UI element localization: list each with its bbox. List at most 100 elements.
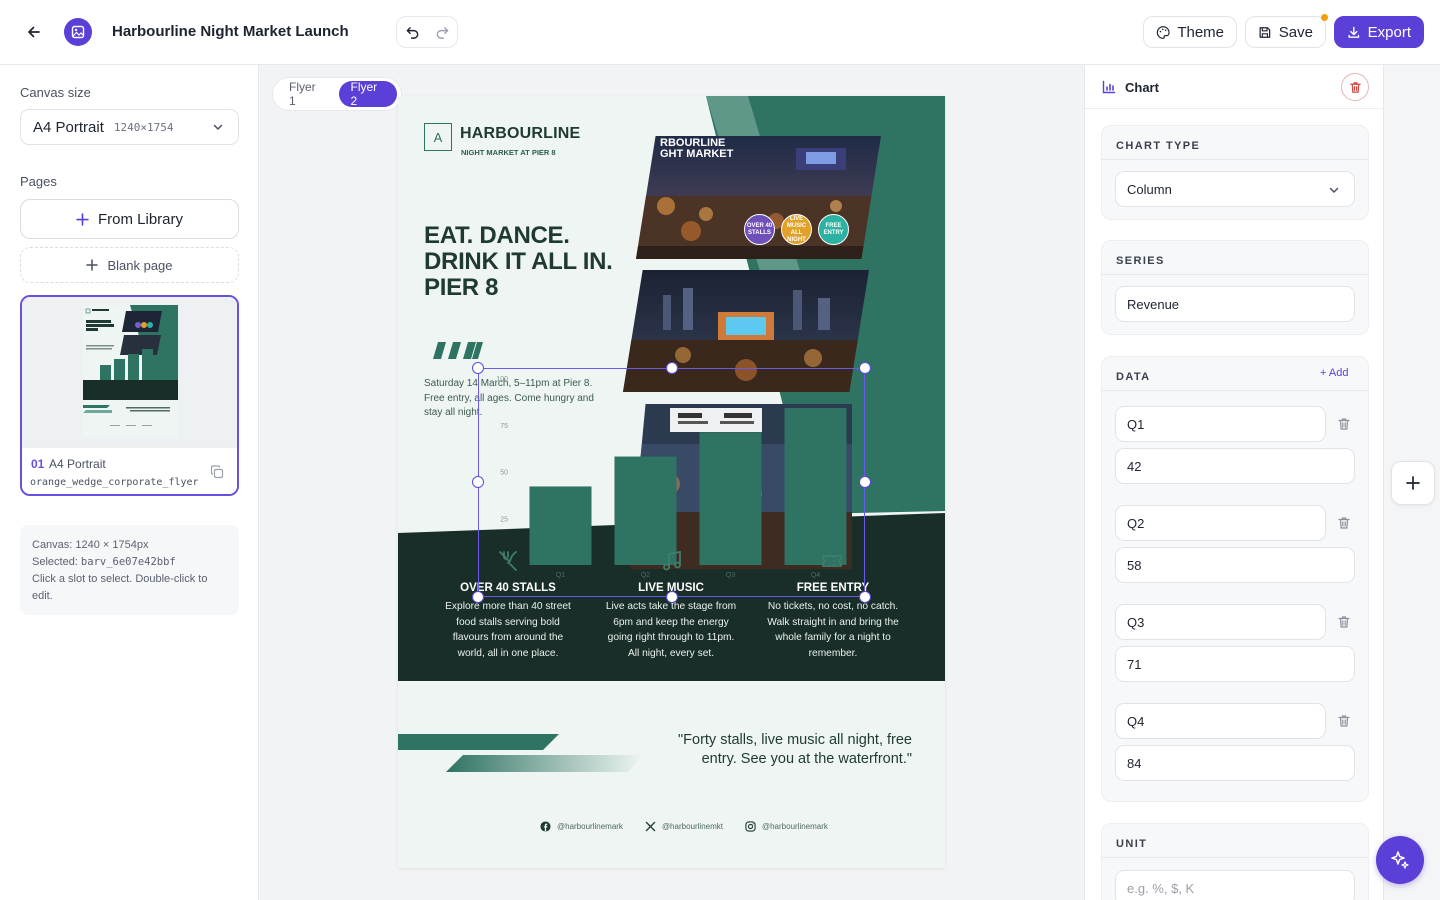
feature-text-stalls[interactable]: Explore more than 40 street food stalls … (438, 599, 578, 661)
social-instagram[interactable]: @harbourlinemark (745, 821, 828, 832)
x-tick-label-q1: Q1 (556, 572, 565, 579)
delete-element-button[interactable] (1341, 73, 1369, 101)
resize-handle-top[interactable] (666, 362, 678, 374)
save-label: Save (1278, 23, 1313, 41)
add-data-row-button[interactable]: + Add (1320, 367, 1348, 379)
social-x[interactable]: @harbourlinemkt (645, 821, 723, 832)
plus-icon (1406, 476, 1420, 490)
chart-type-value: Column (1127, 181, 1172, 197)
data-row-value-input[interactable]: 71 (1115, 646, 1355, 682)
feature-text-entry[interactable]: No tickets, no cost, no catch. Walk stra… (763, 599, 903, 661)
unit-label: UNIT (1116, 838, 1148, 850)
chevron-down-icon (1329, 187, 1339, 194)
sparkles-icon (1391, 851, 1409, 869)
utensils-icon (499, 551, 517, 571)
data-row-label-input[interactable]: Q3 (1115, 604, 1326, 640)
palette-icon (1156, 25, 1170, 39)
canvas-size-label: Canvas size (20, 85, 91, 100)
card-divider (1102, 857, 1368, 858)
duplicate-icon[interactable] (210, 465, 224, 479)
series-name-value: Revenue (1127, 296, 1180, 312)
canvas-size-dimensions: 1240×1754 (113, 120, 174, 134)
resize-handle-top-right[interactable] (859, 362, 871, 374)
series-name-input[interactable]: Revenue (1115, 286, 1355, 322)
theme-button[interactable]: Theme (1143, 16, 1237, 48)
resize-handle-bottom[interactable] (666, 591, 678, 603)
data-row-label-input[interactable]: Q1 (1115, 406, 1326, 442)
tab-flyer-2[interactable]: Flyer 2 (338, 80, 397, 108)
headline-line-3: PIER 8 (424, 274, 499, 301)
selected-prefix: Selected: (32, 556, 81, 568)
x-icon (645, 821, 656, 832)
page-meta: 01 A4 Portrait orange_wedge_corporate_fl… (22, 447, 237, 494)
unit-card: UNIT e.g. %, $, K (1101, 823, 1369, 900)
add-element-button[interactable] (1391, 461, 1435, 505)
trash-icon[interactable] (1337, 615, 1351, 629)
bar-q3[interactable] (699, 432, 762, 565)
chart-type-select[interactable]: Column (1115, 171, 1355, 207)
tab-flyer-1[interactable]: Flyer 1 (277, 80, 336, 108)
theme-label: Theme (1177, 23, 1224, 41)
back-button[interactable] (20, 18, 48, 46)
chart-type-label: CHART TYPE (1116, 140, 1201, 152)
trash-icon[interactable] (1337, 417, 1351, 431)
feature-title-stalls[interactable]: OVER 40 STALLS (438, 582, 578, 594)
ticket-icon (822, 555, 842, 567)
brand-subtitle: NIGHT MARKET AT PIER 8 (461, 148, 556, 157)
headline[interactable]: EAT. DANCE. DRINK IT ALL IN. PIER 8 (424, 223, 654, 301)
blank-page-button[interactable]: Blank page (20, 247, 239, 283)
page-template-name: orange_wedge_corporate_flyer (30, 477, 199, 488)
trash-icon[interactable] (1337, 516, 1351, 530)
unit-input[interactable]: e.g. %, $, K (1115, 870, 1355, 900)
redo-icon (436, 26, 448, 39)
save-icon (1259, 26, 1271, 38)
resize-handle-bottom-left[interactable] (472, 591, 484, 603)
redo-button[interactable] (427, 17, 457, 47)
feature-title-entry[interactable]: FREE ENTRY (763, 582, 903, 594)
download-icon (1348, 26, 1360, 38)
card-divider (1102, 390, 1368, 391)
social-facebook[interactable]: @harbourlinemark (540, 821, 623, 832)
page-thumbnail-card[interactable]: 01 A4 Portrait orange_wedge_corporate_fl… (20, 295, 239, 496)
x-handle: @harbourlinemkt (661, 822, 723, 831)
canvas-size-select[interactable]: A4 Portrait 1240×1754 (20, 109, 239, 145)
photo-overlay-line-2: GHT MARKET (660, 148, 734, 160)
properties-panel: Chart CHART TYPE Column SERIES Revenue D… (1084, 65, 1384, 900)
photo-market-crowd[interactable]: RBOURLINE GHT MARKET OVER 40 STALLS LIVE… (636, 136, 881, 259)
flyer-tabs: Flyer 1 Flyer 2 (272, 77, 402, 111)
brand-logo: A (424, 123, 452, 151)
ai-assistant-button[interactable] (1376, 836, 1424, 884)
data-row-label-input[interactable]: Q2 (1115, 505, 1326, 541)
trash-icon[interactable] (1337, 714, 1351, 728)
closing-quote[interactable]: "Forty stalls, live music all night, fre… (660, 731, 912, 768)
resize-handle-right[interactable] (859, 476, 871, 488)
flyer-page[interactable]: A HARBOURLINE NIGHT MARKET AT PIER 8 EAT… (398, 96, 945, 868)
save-button[interactable]: Save (1245, 16, 1326, 48)
document-title[interactable]: Harbourline Night Market Launch (112, 23, 349, 40)
panel-header: Chart (1085, 65, 1383, 109)
feature-text-music[interactable]: Live acts take the stage from 6pm and ke… (601, 599, 741, 661)
resize-handle-top-left[interactable] (472, 362, 484, 374)
undo-button[interactable] (397, 17, 427, 47)
facebook-icon (540, 821, 551, 832)
bar-q4[interactable] (784, 407, 847, 565)
page-name: A4 Portrait (49, 457, 106, 471)
selected-info: Selected: barv_6e07e42bbf (32, 554, 227, 571)
from-library-button[interactable]: From Library (20, 199, 239, 239)
decorative-wedges (398, 734, 643, 772)
resize-handle-bottom-right[interactable] (859, 591, 871, 603)
data-row-value-input[interactable]: 84 (1115, 745, 1355, 781)
y-tick-label-75: 75 (500, 423, 508, 430)
data-row-label-input[interactable]: Q4 (1115, 703, 1326, 739)
resize-handle-left[interactable] (472, 476, 484, 488)
bar-q1[interactable] (529, 486, 592, 565)
badge-stalls: OVER 40 STALLS (744, 214, 775, 245)
arrow-left-icon (28, 26, 40, 38)
data-row-value-input[interactable]: 42 (1115, 448, 1355, 484)
page-number: 01 (31, 457, 45, 471)
card-divider (1102, 274, 1368, 275)
export-button[interactable]: Export (1334, 16, 1424, 48)
y-tick-label-50: 50 (500, 470, 508, 477)
undo-icon (406, 26, 418, 39)
data-row-value-input[interactable]: 58 (1115, 547, 1355, 583)
